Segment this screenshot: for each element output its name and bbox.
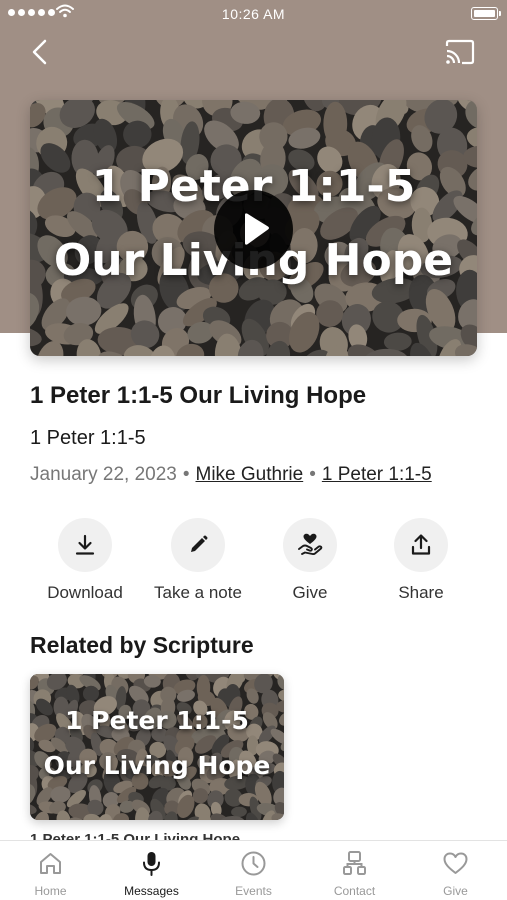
giving-hand-icon xyxy=(298,533,323,556)
contact-icon xyxy=(343,851,366,875)
related-sermon-card[interactable]: 1 Peter 1:1-5 Our Living Hope xyxy=(30,674,284,820)
play-button[interactable] xyxy=(214,190,293,269)
giving-hand-icon-circle xyxy=(283,518,337,572)
share-button[interactable]: Share xyxy=(366,518,476,603)
heart-icon xyxy=(443,852,468,874)
pencil-icon-circle xyxy=(171,518,225,572)
status-time: 10:26 AM xyxy=(221,6,286,22)
related-heading: Related by Scripture xyxy=(30,632,254,658)
tab-contact[interactable]: Contact xyxy=(304,841,405,900)
cast-icon xyxy=(445,39,475,65)
home-icon xyxy=(40,853,61,874)
status-bar: 10:26 AM xyxy=(0,0,507,28)
pencil-icon xyxy=(191,535,208,552)
download-icon-circle xyxy=(58,518,112,572)
take-a-note-button[interactable]: Take a note xyxy=(143,518,253,603)
share-label: Share xyxy=(398,583,444,602)
meta-separator: • xyxy=(309,464,316,485)
microphone-icon xyxy=(143,852,160,876)
related-card-title-line-1: 1 Peter 1:1-5 xyxy=(65,706,249,735)
share-icon-circle xyxy=(394,518,448,572)
tab-bar: Home Messages Events Contact Give xyxy=(0,840,507,900)
tab-give[interactable]: Give xyxy=(405,841,506,900)
message-title: 1 Peter 1:1-5 Our Living Hope xyxy=(30,382,367,409)
tab-events-label: Events xyxy=(235,884,272,898)
download-button[interactable]: Download xyxy=(30,518,140,603)
give-action-button[interactable]: Give xyxy=(255,518,365,603)
message-meta: January 22, 2023 • Mike Guthrie • 1 Peter 1:… xyxy=(30,464,432,486)
battery-icon xyxy=(471,7,501,20)
tab-contact-label: Contact xyxy=(333,884,376,898)
give-action-label: Give xyxy=(292,583,328,602)
tab-home[interactable]: Home xyxy=(0,841,101,900)
tab-messages[interactable]: Messages xyxy=(101,841,202,900)
speaker-link[interactable]: Mike Guthrie xyxy=(196,464,304,485)
play-icon xyxy=(245,213,269,245)
related-card-title: 1 Peter 1:1-5 Our Living Hope xyxy=(30,698,284,788)
share-icon xyxy=(411,534,431,555)
tab-messages-label: Messages xyxy=(124,884,179,898)
tab-events[interactable]: Events xyxy=(203,841,304,900)
download-label: Download xyxy=(47,583,123,602)
take-a-note-label: Take a note xyxy=(154,583,242,602)
tab-home-label: Home xyxy=(34,884,67,898)
scripture-link[interactable]: 1 Peter 1:1-5 xyxy=(322,464,432,485)
back-button[interactable] xyxy=(26,36,56,68)
meta-separator: • xyxy=(182,464,190,485)
related-card-title-line-2: Our Living Hope xyxy=(43,751,271,780)
chevron-left-icon xyxy=(32,39,47,65)
download-icon xyxy=(75,534,95,555)
message-date: January 22, 2023 xyxy=(30,464,177,485)
tab-give-label: Give xyxy=(443,884,468,898)
message-scripture: 1 Peter 1:1-5 xyxy=(30,427,146,449)
cast-button[interactable] xyxy=(443,37,477,67)
clock-icon xyxy=(241,851,266,876)
sermon-hero-image[interactable]: 1 Peter 1:1-5 Our Living Hope xyxy=(30,100,477,356)
